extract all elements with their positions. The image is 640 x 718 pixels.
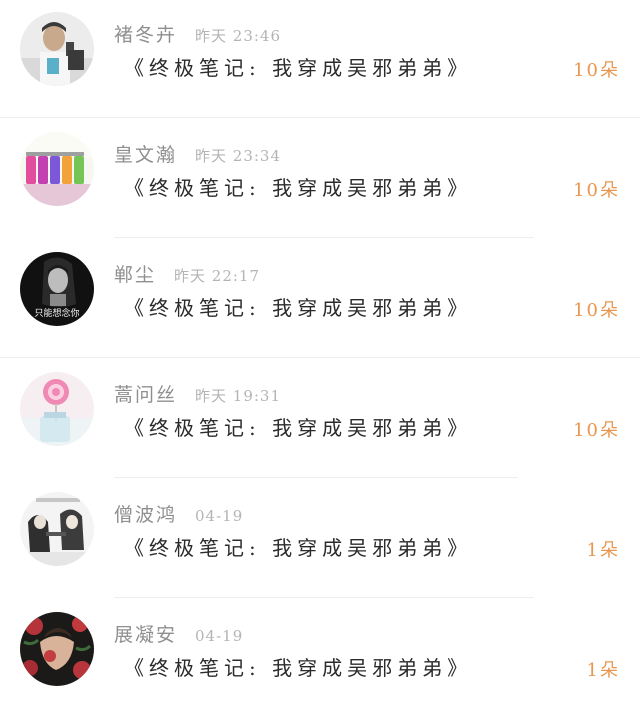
avatar-caption: 只能想念你 (34, 307, 79, 319)
avatar[interactable]: 只能想念你 (20, 252, 94, 326)
book-title[interactable]: 《终极笔记: 我穿成吴邪弟弟》 (124, 412, 472, 441)
avatar-dark-girl-icon: 只能想念你 (20, 252, 94, 326)
gift-record-list: 褚冬卉 昨天 23:46 《终极笔记: 我穿成吴邪弟弟》 10朵 皇文瀚 昨天 23… (0, 0, 640, 706)
divider (114, 597, 534, 598)
sender-name[interactable]: 僧波鸿 (114, 504, 177, 526)
flower-count: 10朵 (573, 420, 620, 441)
avatar-color-bottles-icon (20, 132, 94, 206)
timestamp: 昨天 22:17 (174, 267, 261, 285)
avatar[interactable] (20, 372, 94, 446)
sender-meta: 展凝安 04-19 (114, 620, 243, 646)
avatar-boy-selfie-icon (20, 12, 94, 86)
sender-name[interactable]: 皇文瀚 (114, 144, 177, 166)
timestamp: 04-19 (195, 627, 244, 645)
list-item[interactable]: 只能想念你 郸尘 昨天 22:17 《终极笔记: 我穿成吴邪弟弟》 10朵 (0, 240, 640, 358)
book-title[interactable]: 《终极笔记: 我穿成吴邪弟弟》 (124, 172, 472, 201)
list-item[interactable]: 僧波鸿 04-19 《终极笔记: 我穿成吴邪弟弟》 1朵 (0, 480, 640, 598)
divider (0, 117, 640, 118)
flower-count: 10朵 (573, 300, 620, 321)
flower-count: 1朵 (586, 660, 620, 681)
avatar[interactable] (20, 132, 94, 206)
avatar-anime-sketch-icon (20, 492, 94, 566)
book-title[interactable]: 《终极笔记: 我穿成吴邪弟弟》 (124, 532, 472, 561)
timestamp: 昨天 19:31 (195, 387, 282, 405)
avatar-lollipop-icon (20, 372, 94, 446)
list-item[interactable]: 展凝安 04-19 《终极笔记: 我穿成吴邪弟弟》 1朵 (0, 600, 640, 718)
sender-meta: 褚冬卉 昨天 23:46 (114, 20, 281, 46)
divider (114, 237, 534, 238)
timestamp: 昨天 23:34 (195, 147, 282, 165)
timestamp: 04-19 (195, 507, 244, 525)
book-title[interactable]: 《终极笔记: 我穿成吴邪弟弟》 (124, 52, 472, 81)
sender-meta: 蒿问丝 昨天 19:31 (114, 380, 281, 406)
sender-name[interactable]: 褚冬卉 (114, 24, 177, 46)
avatar-roses-icon (20, 612, 94, 686)
list-item[interactable]: 蒿问丝 昨天 19:31 《终极笔记: 我穿成吴邪弟弟》 10朵 (0, 360, 640, 478)
divider (114, 477, 518, 478)
list-item[interactable]: 褚冬卉 昨天 23:46 《终极笔记: 我穿成吴邪弟弟》 10朵 (0, 0, 640, 118)
sender-meta: 郸尘 昨天 22:17 (114, 260, 260, 286)
sender-name[interactable]: 郸尘 (114, 264, 156, 286)
sender-meta: 僧波鸿 04-19 (114, 500, 243, 526)
flower-count: 10朵 (573, 60, 620, 81)
sender-meta: 皇文瀚 昨天 23:34 (114, 140, 281, 166)
book-title[interactable]: 《终极笔记: 我穿成吴邪弟弟》 (124, 652, 472, 681)
flower-count: 1朵 (586, 540, 620, 561)
timestamp: 昨天 23:46 (195, 27, 282, 45)
sender-name[interactable]: 展凝安 (114, 624, 177, 646)
avatar[interactable] (20, 612, 94, 686)
divider (0, 357, 640, 358)
book-title[interactable]: 《终极笔记: 我穿成吴邪弟弟》 (124, 292, 472, 321)
list-item[interactable]: 皇文瀚 昨天 23:34 《终极笔记: 我穿成吴邪弟弟》 10朵 (0, 120, 640, 238)
avatar[interactable] (20, 12, 94, 86)
flower-count: 10朵 (573, 180, 620, 201)
sender-name[interactable]: 蒿问丝 (114, 384, 177, 406)
avatar[interactable] (20, 492, 94, 566)
